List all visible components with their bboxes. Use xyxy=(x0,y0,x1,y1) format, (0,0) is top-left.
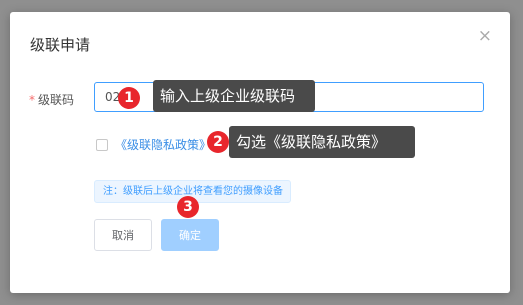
cancel-button[interactable]: 取消 xyxy=(94,219,152,251)
cascade-code-label: * 级联码 xyxy=(29,91,74,108)
privacy-policy-link[interactable]: 《级联隐私政策》 xyxy=(115,136,211,153)
tooltip-step-2: 勾选《级联隐私政策》 xyxy=(229,126,415,158)
policy-checkbox[interactable] xyxy=(96,139,108,151)
step-3-badge: 3 xyxy=(177,196,199,218)
dialog-title: 级联申请 xyxy=(30,36,91,54)
confirm-button[interactable]: 确定 xyxy=(161,219,219,251)
required-mark: * xyxy=(29,93,35,107)
tooltip-step-1: 输入上级企业级联码 xyxy=(153,80,315,112)
step-2-badge: 2 xyxy=(207,131,229,153)
close-icon[interactable]: × xyxy=(478,28,492,45)
step-1-badge: 1 xyxy=(118,87,140,109)
cascade-code-label-text: 级联码 xyxy=(38,93,75,107)
